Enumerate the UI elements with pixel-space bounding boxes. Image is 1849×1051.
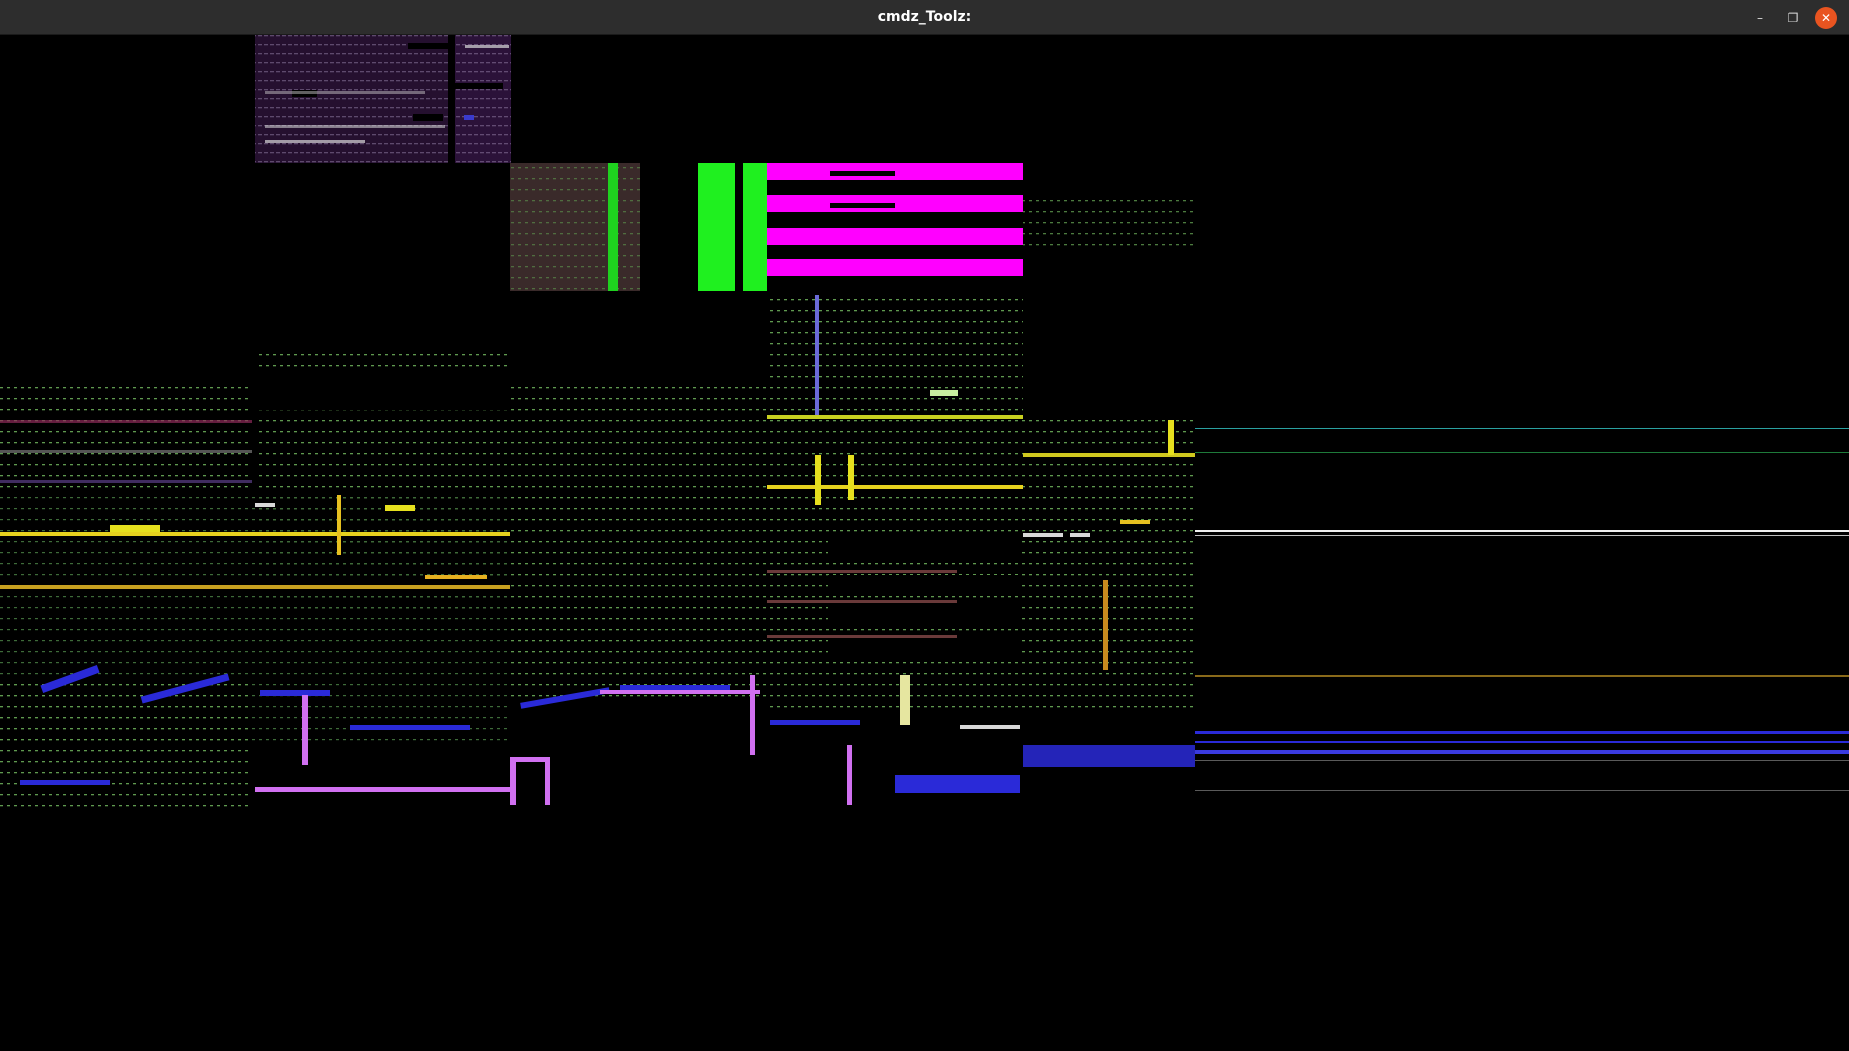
render-canvas[interactable]: [0, 35, 1849, 1051]
window-title: cmdz_Toolz:: [877, 9, 972, 25]
close-button[interactable]: ✕: [1815, 7, 1837, 29]
window-titlebar: cmdz_Toolz: – ❐ ✕: [0, 0, 1849, 35]
purple-panel: [255, 35, 511, 163]
glitch-render-graphic: [0, 35, 1849, 815]
right-lines: [1195, 428, 1849, 791]
maximize-button[interactable]: ❐: [1782, 7, 1804, 29]
magenta-green-block: [510, 163, 1195, 291]
grid-column-upper: [767, 291, 1023, 419]
minimize-button[interactable]: –: [1749, 7, 1771, 29]
